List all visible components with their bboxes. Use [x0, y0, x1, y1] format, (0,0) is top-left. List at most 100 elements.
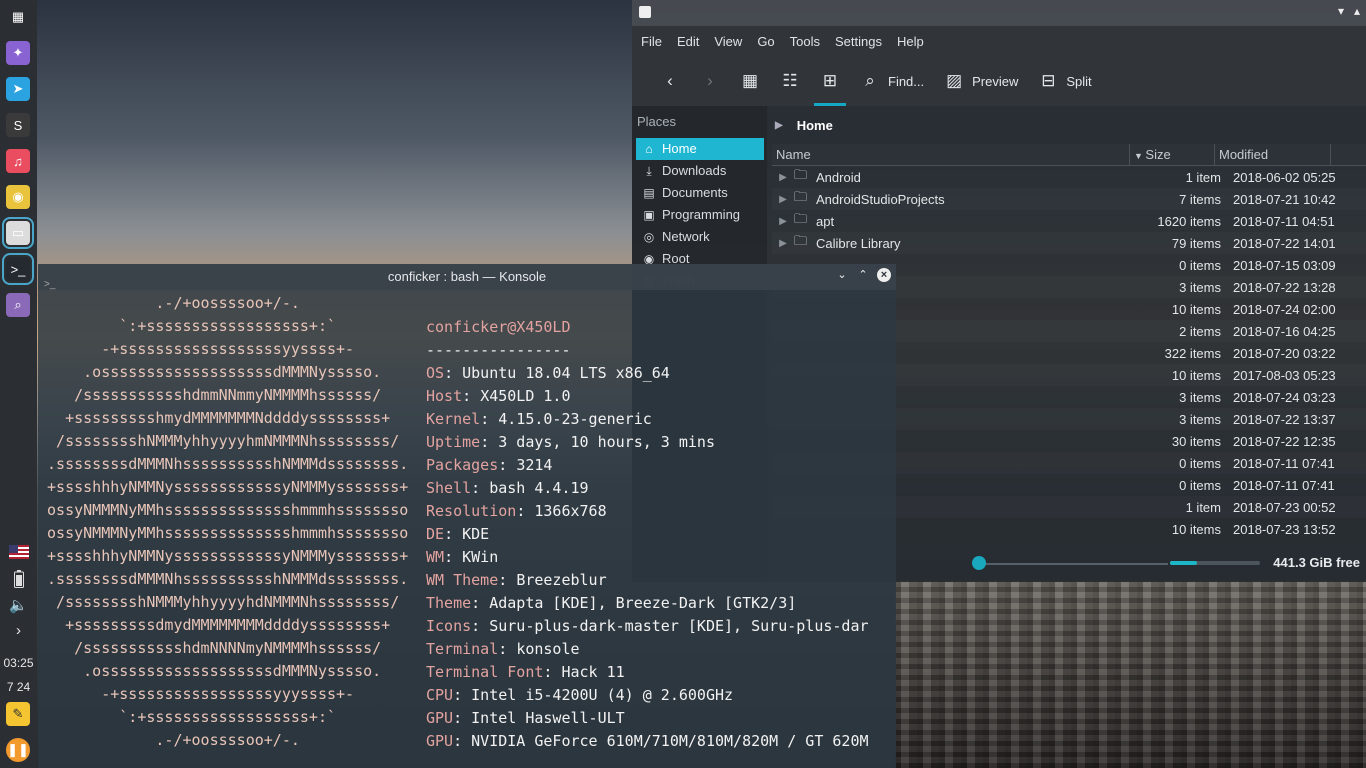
clock-time[interactable]: 03:25 [0, 656, 37, 670]
file-manager-icon[interactable]: ▭ [2, 217, 34, 249]
sysinfo-line: Terminal Font: Hack 11 [426, 661, 625, 684]
sysinfo-key: Host [426, 387, 463, 405]
sysinfo-value: Breezeblur [516, 571, 607, 589]
menu-edit[interactable]: Edit [677, 34, 699, 49]
places-item-documents[interactable]: ▤ Documents [636, 182, 764, 204]
column-modified[interactable]: Modified [1215, 144, 1331, 165]
table-row[interactable]: ▶ 🗀 AndroidStudioProjects 7 items 2018-07-21… [772, 188, 1366, 210]
left-panel: ▦ ✦ ➤ S ♫ ◉ ▭ >_ ⌕ 🔈 › 03:25 7 24 ✎ ❚❚ [0, 0, 37, 768]
split-button[interactable]: ⊟ Split [1028, 63, 1101, 99]
zoom-slider-handle[interactable] [972, 556, 986, 570]
preview-label: Preview [972, 73, 1019, 89]
sysinfo-key: Icons [426, 617, 472, 635]
places-item-programming[interactable]: ▣ Programming [636, 204, 764, 226]
menu-tools[interactable]: Tools [790, 34, 820, 49]
sysinfo-line: Packages: 3214 [426, 454, 552, 477]
sysinfo-value: 1366x768 [534, 502, 607, 520]
sysinfo-key: WM [426, 548, 445, 566]
programming-icon: ▣ [643, 208, 655, 222]
expand-arrow-icon[interactable]: ▶ [772, 194, 794, 205]
table-row[interactable]: ▶ 🗀 Android 1 item 2018-06-02 05:25 [772, 166, 1366, 188]
search-app-icon[interactable]: ⌕ [6, 293, 30, 317]
find-button[interactable]: ⌕ Find... [850, 63, 934, 99]
network-icon: ◎ [643, 230, 655, 244]
breadcrumb-home[interactable]: Home [797, 118, 833, 133]
back-button[interactable]: ‹ [650, 63, 690, 99]
music-icon[interactable]: ♫ [6, 149, 30, 173]
menu-file[interactable]: File [641, 34, 662, 49]
chevron-right-icon[interactable]: › [0, 622, 37, 639]
sysinfo-value: 4.15.0-23-generic [498, 410, 652, 428]
menu-settings[interactable]: Settings [835, 34, 882, 49]
sysinfo-colon: : [444, 364, 463, 382]
sysinfo-value: Ubuntu 18.04 LTS x86_64 [462, 364, 670, 382]
pause-icon[interactable]: ❚❚ [6, 738, 30, 762]
ubuntu-logo-line: +sssshhhyNMMNyssssssssssssyNMMMysssssss+ [38, 478, 409, 496]
sysinfo-line: Resolution: 1366x768 [426, 500, 607, 523]
telegram-icon[interactable]: ➤ [6, 77, 30, 101]
table-row[interactable]: ▶ 🗀 Calibre Library 79 items 2018-07-22 14:0… [772, 232, 1366, 254]
file-name: apt [816, 213, 835, 229]
sysinfo-colon: : [453, 709, 472, 727]
minimize-icon[interactable]: ⌄ [835, 268, 849, 282]
sysinfo-key: Packages [426, 456, 499, 474]
ubuntu-logo-line: .ssssssssdMMMNhsssssssssshNMMMdssssssss. [38, 570, 409, 588]
sysinfo-key: GPU [426, 709, 454, 727]
menu-bar: File Edit View Go Tools Settings Help [632, 26, 1366, 56]
terminal-icon[interactable]: >_ [2, 253, 34, 285]
sublime-text-icon[interactable]: S [6, 113, 30, 137]
clock-date[interactable]: 7 24 [0, 680, 37, 694]
file-size: 3 items [1179, 279, 1221, 295]
maximize-icon[interactable]: ⌃ [856, 268, 870, 282]
file-size: 2 items [1179, 323, 1221, 339]
menu-go[interactable]: Go [757, 34, 774, 49]
ubuntu-logo-line: .osssssssssssssssssssdMMMNysssso. [38, 662, 382, 680]
user-host: conficker@X450LD [426, 318, 571, 336]
file-modified: 2018-07-24 02:00 [1233, 301, 1336, 317]
table-row[interactable]: ▶ 🗀 apt 1620 items 2018-07-11 04:51 [772, 210, 1366, 232]
sysinfo-colon: : [498, 571, 517, 589]
menu-view[interactable]: View [714, 34, 742, 49]
close-icon[interactable]: × [877, 268, 891, 282]
file-size: 3 items [1179, 389, 1221, 405]
column-header: Name ▼ Size Modified [772, 144, 1366, 166]
minimize-icon[interactable]: ▾ [1338, 4, 1344, 18]
sysinfo-value: KWin [462, 548, 499, 566]
sysinfo-key: GPU [426, 732, 454, 750]
places-item-downloads[interactable]: ⤓ Downloads [636, 160, 764, 182]
file-size: 79 items [1171, 235, 1221, 251]
column-size[interactable]: ▼ Size [1130, 144, 1215, 165]
konsole-title: conficker : bash — Konsole [387, 269, 547, 284]
chrome-icon[interactable]: ◉ [6, 185, 30, 209]
menu-help[interactable]: Help [897, 34, 924, 49]
places-item-home[interactable]: ⌂ Home [636, 138, 764, 160]
sysinfo-line: Uptime: 3 days, 10 hours, 3 mins [426, 431, 715, 454]
notes-icon[interactable]: ✎ [6, 702, 30, 726]
konsole-titlebar[interactable]: >_ conficker : bash — Konsole ⌄ ⌃ × [38, 264, 896, 290]
maximize-icon[interactable]: ▴ [1354, 4, 1360, 18]
sysinfo-value: Intel Haswell-ULT [471, 709, 625, 727]
expand-arrow-icon[interactable]: ▶ [772, 172, 794, 183]
purple-app-icon[interactable]: ✦ [6, 41, 30, 65]
breadcrumb[interactable]: ▶ Home [772, 106, 1366, 144]
zoom-slider-track[interactable] [978, 563, 1168, 565]
places-item-network[interactable]: ◎ Network [636, 226, 764, 248]
app-grid-icon[interactable]: ▦ [6, 5, 30, 29]
volume-icon[interactable]: 🔈 [0, 596, 37, 614]
sysinfo-colon: : [543, 663, 562, 681]
ubuntu-logo-line: ossyNMMMNyMMhsssssssssssssshmmmhssssssso [38, 501, 409, 519]
expand-arrow-icon[interactable]: ▶ [772, 238, 794, 249]
forward-button[interactable]: › [690, 63, 730, 99]
file-modified: 2018-07-22 14:01 [1233, 235, 1336, 251]
us-flag-icon[interactable] [0, 545, 37, 562]
battery-icon[interactable] [0, 570, 37, 591]
details-view-button[interactable]: ⊞ [810, 63, 850, 106]
sysinfo-line: WM Theme: Breezeblur [426, 569, 607, 592]
icons-view-button[interactable]: ▦ [730, 63, 770, 99]
column-name[interactable]: Name [772, 144, 1130, 165]
expand-arrow-icon[interactable]: ▶ [772, 216, 794, 227]
dolphin-titlebar[interactable]: ▾ ▴ [632, 0, 1366, 26]
compact-view-button[interactable]: ☷ [770, 63, 810, 99]
preview-button[interactable]: ▨ Preview [934, 63, 1028, 99]
ubuntu-logo-line: `:+ssssssssssssssssss+:` [38, 708, 337, 726]
